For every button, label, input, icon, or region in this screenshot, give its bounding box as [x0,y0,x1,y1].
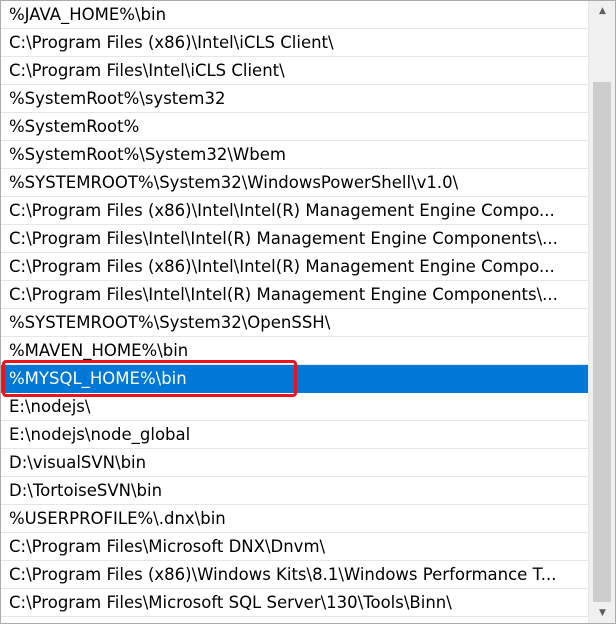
list-item[interactable]: C:\Program Files (x86)\Windows Kits\8.1\… [1,561,588,589]
list-item[interactable]: %SystemRoot%\System32\Wbem [1,141,588,169]
list-item[interactable]: C:\Program Files\Microsoft SQL Server\13… [1,589,588,617]
list-item[interactable]: %SYSTEMROOT%\System32\WindowsPowerShell\… [1,169,588,197]
list-item-label: C:\Program Files (x86)\Windows Kits\8.1\… [9,565,557,584]
list-item-selected[interactable]: %MYSQL_HOME%\bin [1,365,588,393]
list-item[interactable]: %SystemRoot% [1,113,588,141]
list-item[interactable]: %SystemRoot%\system32 [1,85,588,113]
list-item-label: C:\Program Files\Intel\iCLS Client\ [9,61,285,80]
scroll-down-arrow-icon[interactable]: ▼ [589,603,615,623]
list-item-label: %JAVA_HOME%\bin [9,5,167,24]
list-item[interactable]: D:\visualSVN\bin [1,449,588,477]
list-item[interactable]: %MAVEN_HOME%\bin [1,337,588,365]
list-item-label: C:\Program Files\Intel\Intel(R) Manageme… [9,229,558,248]
path-listbox[interactable]: %JAVA_HOME%\bin C:\Program Files (x86)\In… [0,0,616,624]
list-item-label: %SystemRoot%\System32\Wbem [9,145,286,164]
list-item[interactable]: C:\Program Files\Intel\Intel(R) Manageme… [1,281,588,309]
scrollbar-thumb[interactable] [593,81,611,602]
vertical-scrollbar[interactable]: ▲ ▼ [588,1,615,623]
list-item[interactable]: D:\TortoiseSVN\bin [1,477,588,505]
list-item-label: %MYSQL_HOME%\bin [9,369,187,388]
path-list: %JAVA_HOME%\bin C:\Program Files (x86)\In… [1,1,588,623]
scroll-up-arrow-icon[interactable]: ▲ [589,1,615,21]
list-item[interactable]: C:\Program Files (x86)\Intel\iCLS Client… [1,29,588,57]
list-item[interactable]: E:\nodejs\ [1,393,588,421]
list-item-label: %USERPROFILE%\.dnx\bin [9,509,226,528]
list-item-label: C:\Program Files (x86)\Intel\Intel(R) Ma… [9,257,555,276]
list-item[interactable]: C:\Program Files (x86)\Intel\Intel(R) Ma… [1,253,588,281]
list-item-label: %SYSTEMROOT%\System32\OpenSSH\ [9,313,331,332]
list-item[interactable]: C:\Program Files\Intel\iCLS Client\ [1,57,588,85]
list-item-label: C:\Program Files (x86)\Intel\iCLS Client… [9,33,334,52]
list-item[interactable]: E:\nodejs\node_global [1,421,588,449]
list-item-label: C:\Program Files\Intel\Intel(R) Manageme… [9,285,558,304]
list-item[interactable]: %USERPROFILE%\.dnx\bin [1,505,588,533]
list-item-label: C:\Program Files (x86)\Intel\Intel(R) Ma… [9,201,555,220]
list-item[interactable]: C:\Program Files (x86)\Intel\Intel(R) Ma… [1,197,588,225]
list-item-label: %SystemRoot%\system32 [9,89,226,108]
list-item[interactable]: C:\Program Files\Microsoft DNX\Dnvm\ [1,533,588,561]
list-item[interactable]: %JAVA_HOME%\bin [1,1,588,29]
list-item-label: D:\visualSVN\bin [9,453,147,472]
list-item-label: D:\TortoiseSVN\bin [9,481,163,500]
list-item-label: C:\Program Files\Microsoft DNX\Dnvm\ [9,537,326,556]
list-item-label: %SystemRoot% [9,117,140,136]
list-item-label: E:\nodejs\node_global [9,425,191,444]
list-item[interactable]: %SYSTEMROOT%\System32\OpenSSH\ [1,309,588,337]
list-item[interactable]: C:\Program Files\Intel\Intel(R) Manageme… [1,225,588,253]
list-item-label: %MAVEN_HOME%\bin [9,341,189,360]
list-item-label: E:\nodejs\ [9,397,91,416]
list-item-label: %SYSTEMROOT%\System32\WindowsPowerShell\… [9,173,459,192]
list-item-label: C:\Program Files\Microsoft SQL Server\13… [9,593,452,612]
